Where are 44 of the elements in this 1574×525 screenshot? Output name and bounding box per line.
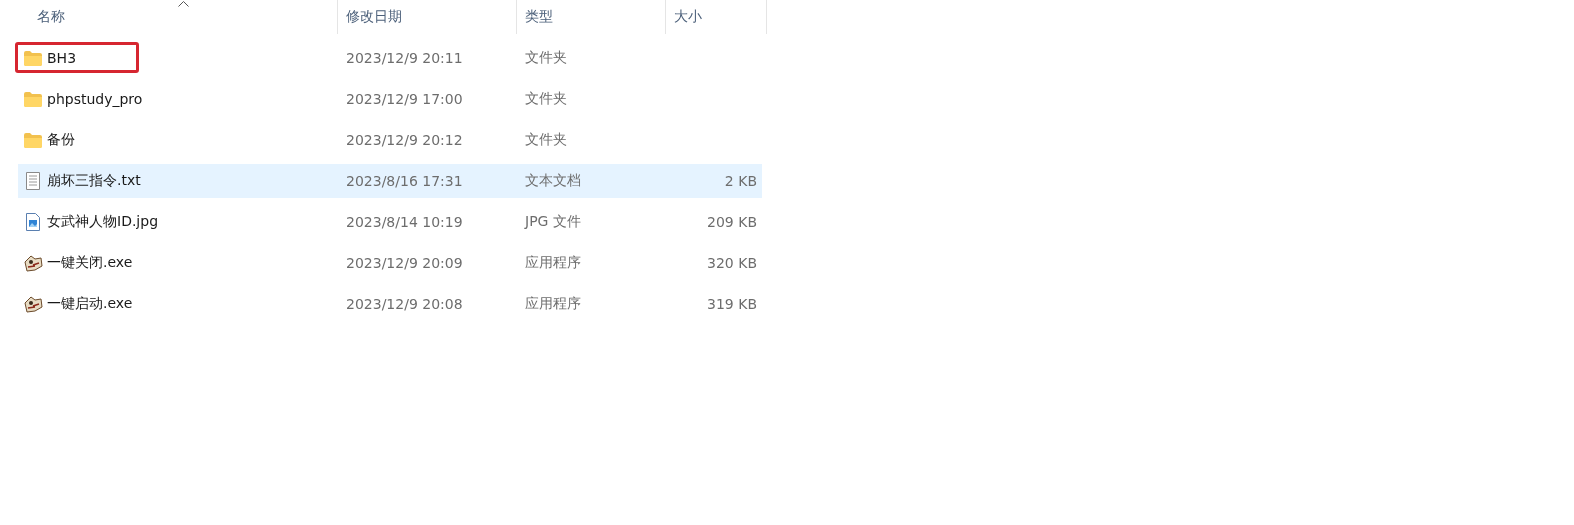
file-size: 319 KB bbox=[706, 296, 757, 312]
file-name: phpstudy_pro bbox=[47, 91, 143, 107]
file-row[interactable]: 崩坏三指令.txt 2023/8/16 17:31 文本文档 2 KB bbox=[18, 164, 762, 198]
image-file-icon bbox=[25, 213, 40, 231]
file-type: 文件夹 bbox=[524, 131, 567, 147]
file-type: 文件夹 bbox=[524, 90, 567, 106]
file-size: 320 KB bbox=[706, 255, 757, 271]
modified-date: 2023/8/16 17:31 bbox=[345, 173, 463, 189]
file-name: 一键启动.exe bbox=[47, 295, 133, 313]
file-type: 文件夹 bbox=[524, 49, 567, 65]
file-type: JPG 文件 bbox=[523, 213, 581, 229]
modified-date: 2023/12/9 20:09 bbox=[345, 255, 463, 271]
folder-icon bbox=[23, 50, 42, 66]
file-name: 女武神人物ID.jpg bbox=[47, 213, 159, 231]
file-type: 应用程序 bbox=[524, 295, 581, 311]
file-name: BH3 bbox=[47, 50, 77, 66]
column-header[interactable]: 名称 bbox=[0, 8, 65, 26]
file-name: 崩坏三指令.txt bbox=[47, 172, 141, 190]
modified-date: 2023/12/9 20:12 bbox=[345, 132, 463, 148]
file-size: 209 KB bbox=[706, 214, 757, 230]
app-icon bbox=[22, 254, 43, 272]
file-row[interactable]: 一键启动.exe 2023/12/9 20:08 应用程序 319 KB bbox=[18, 287, 762, 321]
column-header[interactable]: 类型 bbox=[517, 8, 553, 26]
text-file-icon bbox=[25, 172, 40, 190]
file-row[interactable]: BH3 2023/12/9 20:11 文件夹 bbox=[18, 41, 762, 75]
modified-date: 2023/12/9 17:00 bbox=[345, 91, 463, 107]
file-row[interactable]: 女武神人物ID.jpg 2023/8/14 10:19 JPG 文件 209 KB bbox=[18, 205, 762, 239]
app-icon bbox=[22, 295, 43, 313]
folder-icon bbox=[23, 91, 42, 107]
file-row[interactable]: 备份 2023/12/9 20:12 文件夹 bbox=[18, 123, 762, 157]
file-type: 应用程序 bbox=[524, 254, 581, 270]
column-header[interactable]: 大小 bbox=[666, 8, 702, 26]
modified-date: 2023/12/9 20:11 bbox=[345, 50, 463, 66]
sort-caret-icon bbox=[177, 1, 189, 7]
modified-date: 2023/12/9 20:08 bbox=[345, 296, 463, 312]
file-row[interactable]: 一键关闭.exe 2023/12/9 20:09 应用程序 320 KB bbox=[18, 246, 762, 280]
file-name: 一键关闭.exe bbox=[47, 254, 133, 272]
file-row[interactable]: phpstudy_pro 2023/12/9 17:00 文件夹 bbox=[18, 82, 762, 116]
file-name: 备份 bbox=[47, 131, 75, 149]
file-size: 2 KB bbox=[723, 173, 757, 189]
column-header[interactable]: 修改日期 bbox=[338, 8, 402, 26]
folder-icon bbox=[23, 132, 42, 148]
modified-date: 2023/8/14 10:19 bbox=[345, 214, 463, 230]
file-type: 文本文档 bbox=[524, 172, 581, 188]
